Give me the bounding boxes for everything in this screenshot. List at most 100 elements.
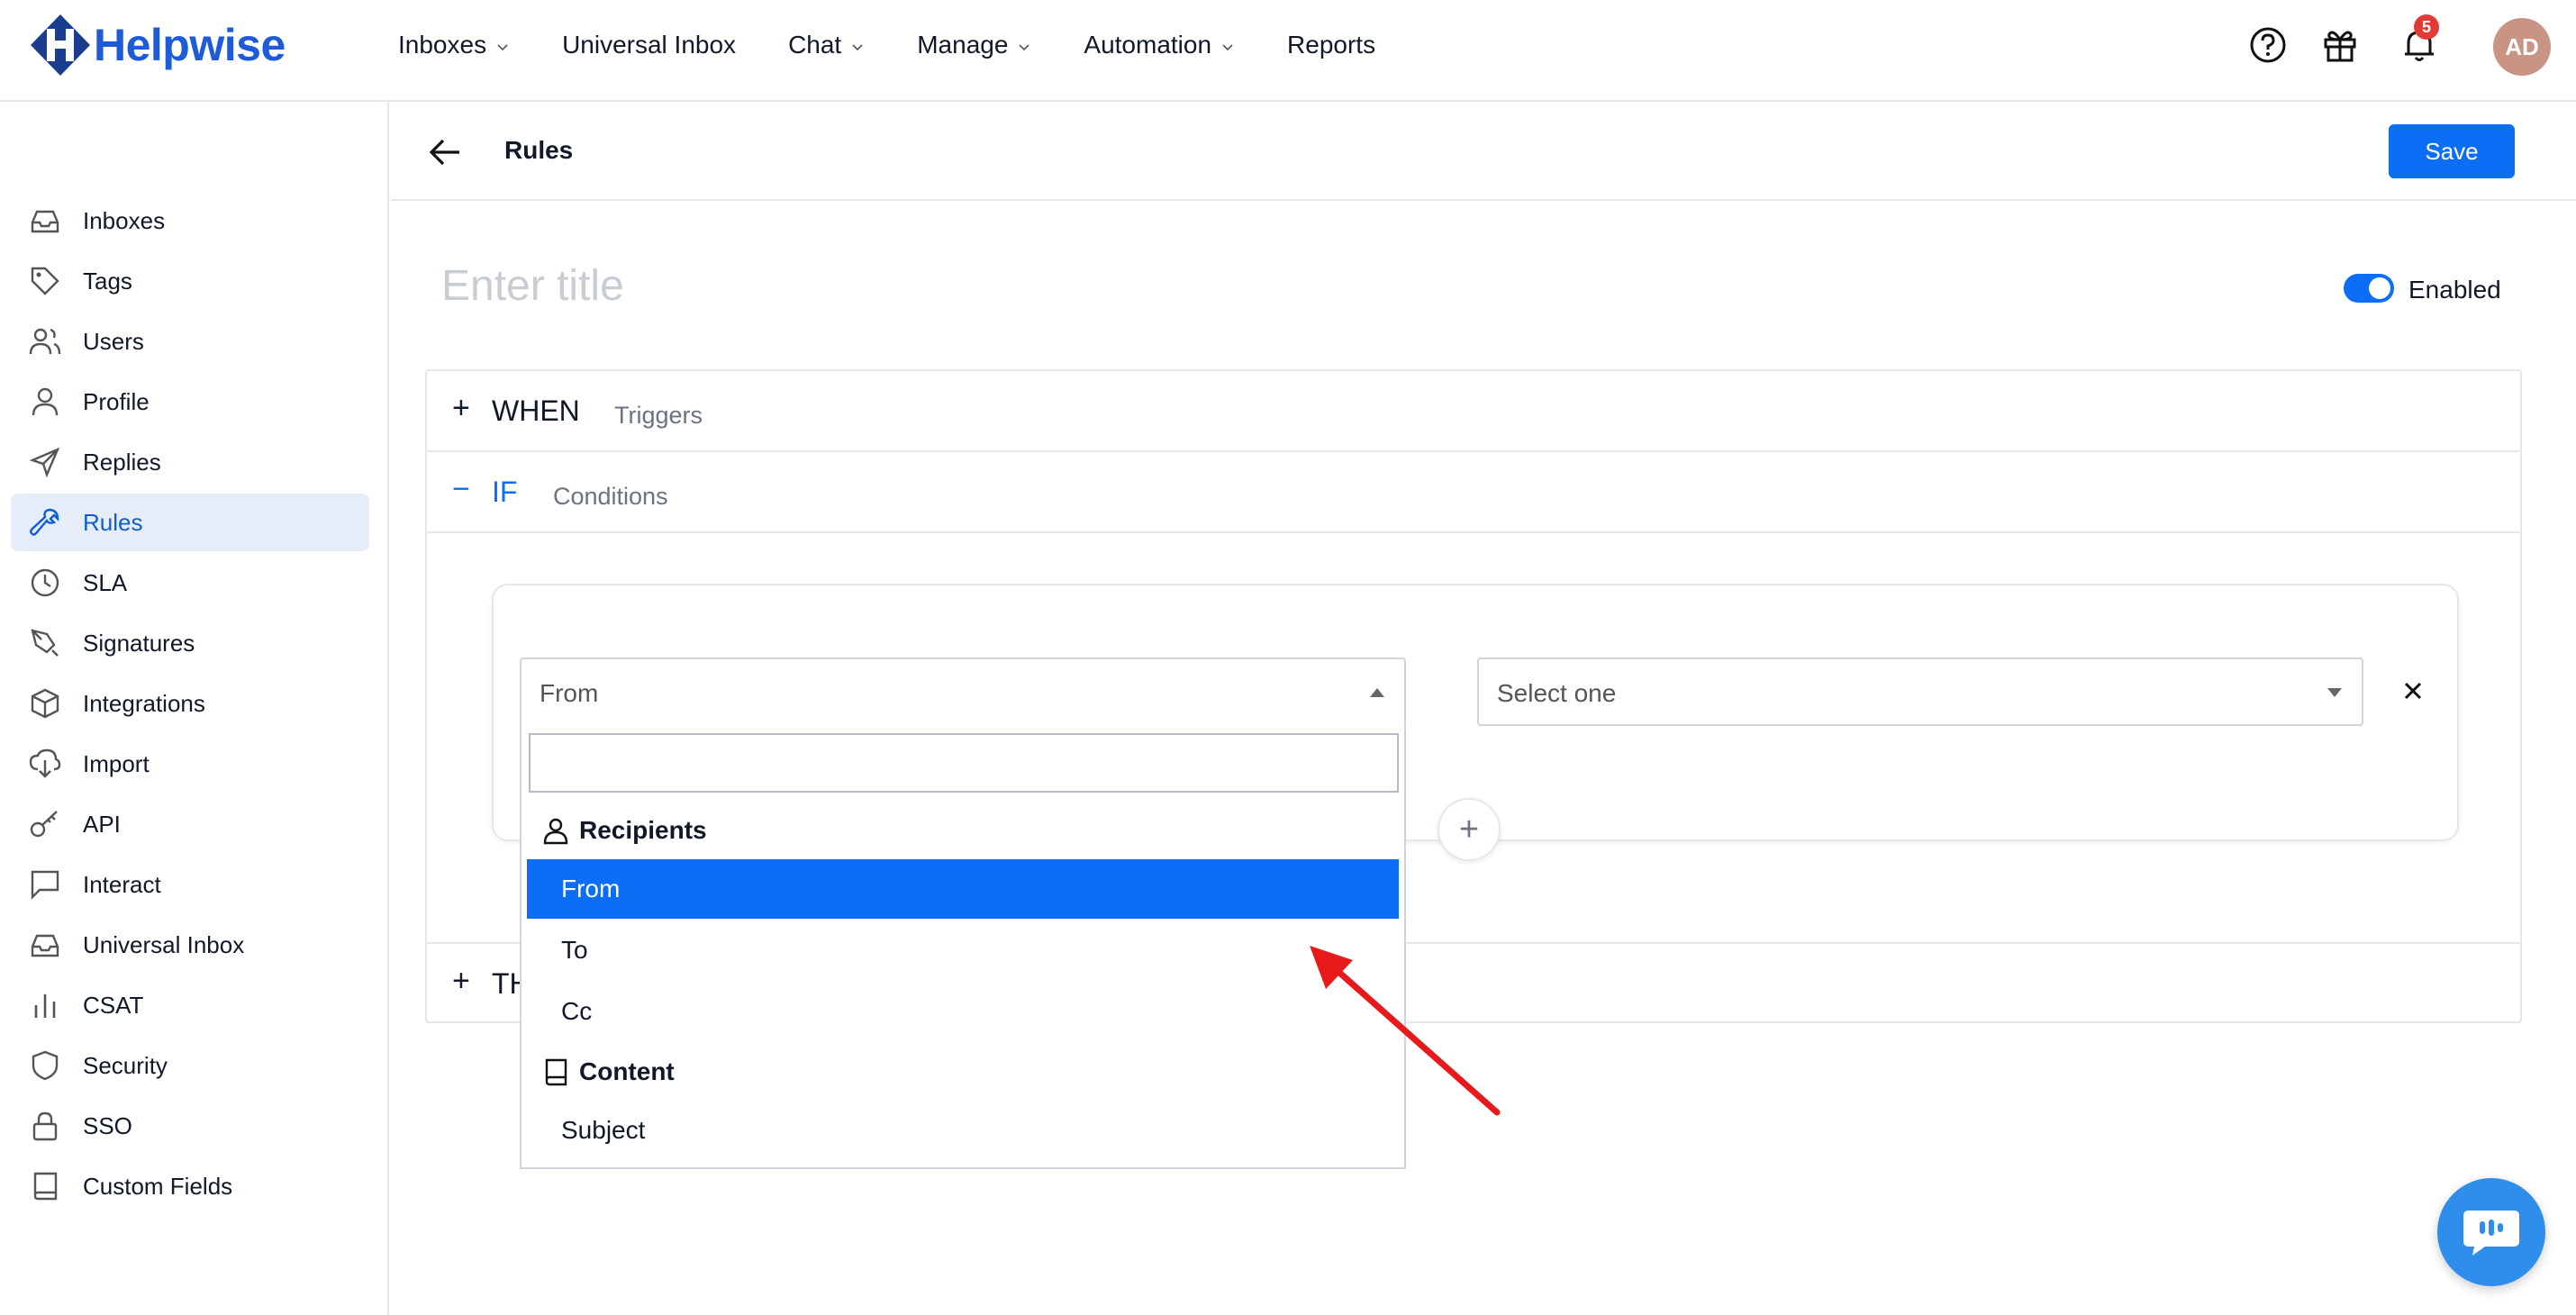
remove-condition-icon[interactable] [2398,676,2428,706]
users-icon [29,328,61,355]
chat-widget-button[interactable] [2437,1178,2545,1286]
nav-reports[interactable]: Reports [1287,27,1375,63]
section-title: WHEN [492,394,580,427]
sidebar-item-label: Security [83,1051,168,1079]
page-title: Rules [504,136,574,164]
sidebar-item-api[interactable]: API [11,795,369,853]
helpwise-logo-icon [31,14,90,76]
nav-chat[interactable]: Chat [788,27,865,63]
enabled-label: Enabled [2408,276,2501,304]
person-icon [543,818,568,845]
caret-down-icon [2327,688,2342,697]
back-arrow-icon[interactable] [427,134,463,170]
nav-label: Universal Inbox [562,31,737,59]
sidebar-item-label: Profile [83,387,150,415]
sidebar-item-label: SLA [83,568,128,596]
section-title: IF [492,476,518,508]
sidebar-item-label: Custom Fields [83,1172,233,1200]
section-subtitle: Conditions [553,483,668,510]
box-icon [31,688,59,719]
collapse-icon[interactable]: − [452,472,470,507]
sidebar-item-label: Tags [83,267,132,295]
sidebar-item-replies[interactable]: Replies [11,433,369,491]
sidebar-item-label: Rules [83,508,143,536]
dropdown-option-subject[interactable]: Subject [527,1101,1399,1160]
shield-icon [32,1050,59,1081]
sidebar-item-label: Integrations [83,689,205,717]
nav-manage[interactable]: Manage [917,27,1031,63]
sidebar-item-universal-inbox[interactable]: Universal Inbox [11,916,369,974]
sidebar-item-users[interactable]: Users [11,313,369,370]
section-when[interactable]: + WHEN Triggers [427,371,2520,452]
settings-sidebar: Inboxes Tags Users Profile Replies Rules… [0,102,389,1315]
dropdown-option-from[interactable]: From [527,859,1399,919]
chevron-down-icon [852,44,863,51]
dropdown-search-input[interactable] [529,733,1399,793]
chevron-down-icon [497,44,508,51]
clock-icon [31,568,59,597]
caret-up-icon [1370,688,1384,697]
helpwise-logo[interactable]: Helpwise [27,13,286,77]
add-condition-button[interactable]: + [1438,798,1501,861]
page-header: Rules Save [391,102,2576,201]
rule-title-input[interactable] [441,254,1432,317]
select-value: From [540,679,599,707]
sidebar-item-import[interactable]: Import [11,735,369,793]
dropdown-option-cc[interactable]: Cc [527,982,1399,1041]
sidebar-item-csat[interactable]: CSAT [11,976,369,1034]
user-icon [32,387,59,416]
pen-icon [31,629,59,657]
expand-icon[interactable]: + [452,391,470,426]
expand-icon[interactable]: + [452,964,470,999]
import-icon [29,748,61,778]
notification-badge: 5 [2414,14,2439,40]
avatar[interactable]: AD [2493,18,2551,76]
sidebar-item-sla[interactable]: SLA [11,554,369,612]
sidebar-item-label: Users [83,327,144,355]
inbox-icon [31,210,59,233]
sidebar-item-label: Universal Inbox [83,930,245,958]
book-icon [545,1058,567,1086]
sidebar-item-label: CSAT [83,991,144,1019]
sidebar-item-label: Inboxes [83,206,166,234]
brand-name: Helpwise [94,20,286,70]
sidebar-item-security[interactable]: Security [11,1037,369,1094]
dropdown-group-content: Content [541,1045,675,1099]
save-button[interactable]: Save [2389,124,2515,178]
book-icon [33,1172,58,1201]
sidebar-item-integrations[interactable]: Integrations [11,675,369,732]
nav-label: Manage [917,31,1009,59]
sidebar-item-label: API [83,810,121,838]
nav-label: Inboxes [398,31,487,59]
chat-icon [31,870,59,900]
sidebar-item-profile[interactable]: Profile [11,373,369,431]
sidebar-item-label: SSO [83,1111,132,1139]
sidebar-item-signatures[interactable]: Signatures [11,614,369,672]
enabled-toggle[interactable] [2344,274,2394,303]
sidebar-item-label: Replies [83,448,161,476]
nav-automation[interactable]: Automation [1084,27,1235,63]
help-icon[interactable] [2248,25,2288,65]
nav-universal-inbox[interactable]: Universal Inbox [562,27,736,63]
sidebar-item-interact[interactable]: Interact [11,856,369,913]
chevron-down-icon [1019,44,1029,51]
tag-icon [31,267,59,295]
condition-field-select[interactable]: From [520,658,1406,726]
sidebar-item-rules[interactable]: Rules [11,494,369,551]
key-icon [30,811,58,838]
main-nav: Inboxes Universal Inbox Chat Manage Auto… [398,27,1428,63]
nav-label: Reports [1287,31,1376,59]
sidebar-item-inboxes[interactable]: Inboxes [11,192,369,249]
sidebar-item-tags[interactable]: Tags [11,252,369,310]
dropdown-option-to[interactable]: To [527,920,1399,980]
toggle-knob [2369,277,2390,299]
gift-icon[interactable] [2320,25,2360,65]
inbox-icon [31,934,59,957]
top-navbar: Helpwise Inboxes Universal Inbox Chat Ma… [0,0,2576,102]
sidebar-item-custom-fields[interactable]: Custom Fields [11,1157,369,1215]
section-if[interactable]: − IF Conditions [427,452,2520,533]
nav-inboxes[interactable]: Inboxes [398,27,510,63]
condition-operator-select[interactable]: Select one [1477,658,2363,726]
sidebar-item-label: Import [83,749,150,777]
sidebar-item-sso[interactable]: SSO [11,1097,369,1155]
